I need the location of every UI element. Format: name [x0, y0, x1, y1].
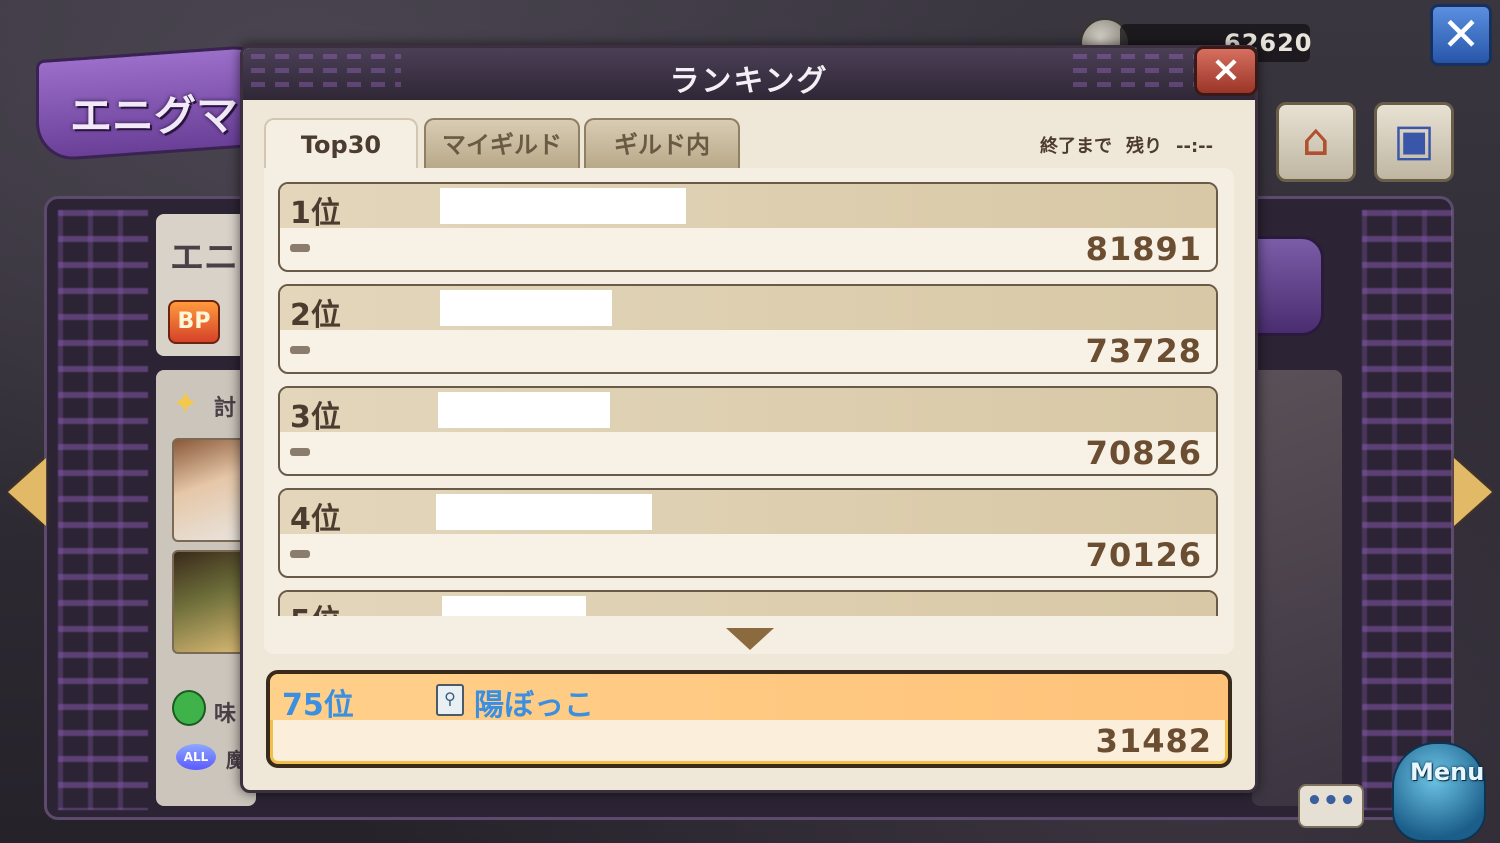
- rank-change-icon: [290, 346, 310, 354]
- ranking-row[interactable]: 2位 73728: [278, 284, 1218, 374]
- rank-score: 81891: [1085, 230, 1202, 268]
- star-icon: ✦: [172, 384, 199, 422]
- rank-position: 1位: [290, 196, 341, 231]
- time-remaining-value: --:--: [1176, 136, 1214, 157]
- rank-score: 70126: [1085, 536, 1202, 574]
- ranking-row[interactable]: 4位 70126: [278, 488, 1218, 578]
- modal-title: ランキング: [669, 64, 829, 99]
- screen-close-button[interactable]: ✕: [1430, 4, 1492, 66]
- menu-button-label[interactable]: Menu: [1410, 758, 1484, 786]
- event-title-text: エニグマ: [70, 91, 239, 140]
- bp-badge-icon: BP: [168, 300, 220, 344]
- background-list-text: 討: [214, 396, 237, 421]
- tab-in-guild[interactable]: ギルド内: [584, 118, 740, 168]
- rune-decoration-right: [1362, 210, 1452, 810]
- ranking-row[interactable]: 3位 70826: [278, 386, 1218, 476]
- player-name-redacted: [438, 392, 610, 428]
- time-remaining-label: 終了まで: [1040, 136, 1112, 157]
- modal-close-button[interactable]: ×: [1194, 46, 1258, 96]
- ranking-list[interactable]: 1位 81891 2位 73728 3位 70826 4位 70126 5位: [264, 168, 1234, 654]
- tab-top30[interactable]: Top30: [264, 118, 418, 172]
- rank-position: 3位: [290, 400, 341, 435]
- all-badge-icon: ALL: [176, 744, 216, 770]
- rank-change-icon: [290, 244, 310, 252]
- character-portrait[interactable]: [172, 550, 246, 654]
- close-icon: ×: [1210, 49, 1242, 90]
- rank-change-icon: [290, 550, 310, 558]
- background-panel-text: エニ: [170, 238, 238, 278]
- treasure-chest-button[interactable]: ▣: [1374, 102, 1454, 182]
- rank-score: 70826: [1085, 434, 1202, 472]
- my-rank-position: 75位: [282, 688, 354, 723]
- guild-emblem-icon: ⚲: [436, 684, 464, 716]
- ranking-row[interactable]: 1位 81891: [278, 182, 1218, 272]
- page-right-arrow-icon[interactable]: [1454, 458, 1492, 526]
- rune-decoration-left: [58, 210, 148, 810]
- treasure-chest-icon: ▣: [1393, 115, 1435, 166]
- menu-mascot-icon[interactable]: [1392, 742, 1486, 842]
- time-remaining: 終了まで 残り --:--: [1040, 132, 1213, 158]
- my-rank-score: 31482: [1095, 722, 1212, 760]
- player-name-redacted: [436, 494, 652, 530]
- time-remaining-label2: 残り: [1126, 136, 1162, 157]
- shop-icon: ⌂: [1302, 115, 1330, 166]
- rank-position: 4位: [290, 502, 341, 537]
- player-name-redacted: [440, 290, 612, 326]
- background-side-button[interactable]: [1252, 236, 1324, 336]
- character-portrait[interactable]: [172, 438, 246, 542]
- scroll-down-icon[interactable]: [726, 628, 774, 650]
- background-right-area: [1252, 370, 1342, 806]
- tab-my-guild[interactable]: マイギルド: [424, 118, 580, 168]
- player-name-redacted: [440, 188, 686, 224]
- page-left-arrow-icon[interactable]: [8, 458, 46, 526]
- background-list-text: 味: [214, 702, 237, 727]
- ally-icon: [172, 690, 206, 726]
- rank-position: 2位: [290, 298, 341, 333]
- my-rank-row[interactable]: 75位 ⚲ 陽ぼっこ 31482: [266, 670, 1232, 768]
- modal-header: ランキング: [243, 48, 1255, 100]
- shop-button[interactable]: ⌂: [1276, 102, 1356, 182]
- my-player-name: 陽ぼっこ: [474, 688, 594, 723]
- rank-change-icon: [290, 448, 310, 456]
- chat-button[interactable]: •••: [1298, 784, 1364, 828]
- rank-score: 73728: [1085, 332, 1202, 370]
